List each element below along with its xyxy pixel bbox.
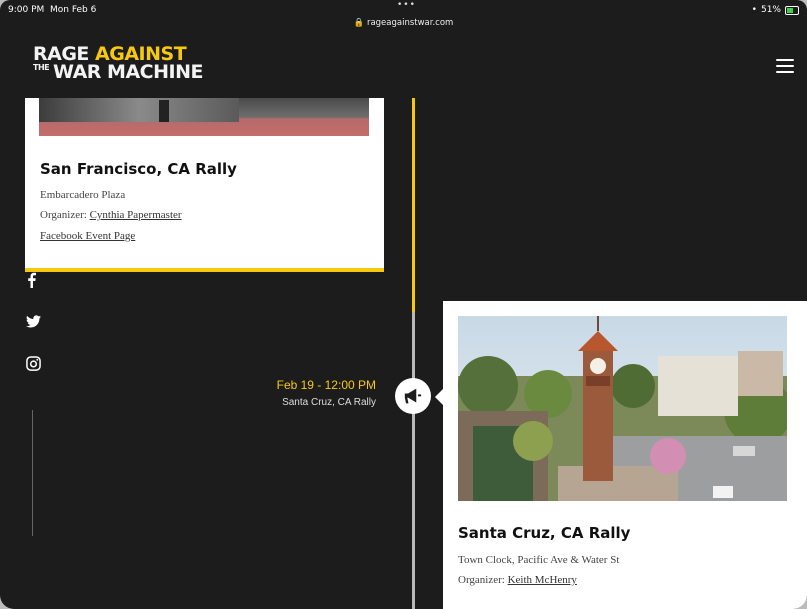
wifi-icon: • <box>751 5 757 15</box>
organizer-link[interactable]: Cynthia Papermaster <box>90 209 182 221</box>
battery-icon <box>785 5 799 15</box>
card-location: Embarcadero Plaza <box>40 189 126 201</box>
card-organizer: Organizer: Cynthia Papermaster <box>40 209 182 221</box>
hamburger-menu-icon[interactable] <box>776 59 794 73</box>
status-time: 9:00 PM Mon Feb 6 <box>8 5 97 15</box>
card-facebook: Facebook Event Page <box>40 230 135 242</box>
card-title: Santa Cruz, CA Rally <box>458 524 631 542</box>
site-logo[interactable]: RAGE AGAINST THE WAR MACHINE <box>33 45 203 82</box>
address-bar[interactable]: 🔒 rageagainstwar.com <box>0 18 807 28</box>
facebook-event-link[interactable]: Facebook Event Page <box>40 230 135 242</box>
organizer-link[interactable]: Keith McHenry <box>508 574 577 586</box>
event-photo <box>39 98 369 136</box>
card-title: San Francisco, CA Rally <box>40 160 237 178</box>
social-divider <box>32 410 33 536</box>
timeline-line <box>412 98 415 609</box>
event-card-san-francisco: San Francisco, CA Rally Embarcadero Plaz… <box>25 98 384 272</box>
megaphone-icon <box>404 388 422 404</box>
event-name: Santa Cruz, CA Rally <box>282 397 376 408</box>
event-card-santa-cruz: Santa Cruz, CA Rally Town Clock, Pacific… <box>435 301 807 609</box>
timeline-progress <box>412 98 415 312</box>
multitask-dots[interactable]: ••• <box>397 0 416 10</box>
instagram-icon[interactable] <box>26 356 41 371</box>
timeline-marker[interactable] <box>395 378 431 414</box>
status-right: • 51% <box>752 5 799 15</box>
event-photo-town-clock <box>458 316 787 501</box>
lock-icon: 🔒 <box>353 18 365 28</box>
battery-percent: 51% <box>760 5 781 15</box>
tablet-screen: 9:00 PM Mon Feb 6 ••• 🔒 rageagainstwar.c… <box>0 0 807 609</box>
status-bar: 9:00 PM Mon Feb 6 ••• 🔒 rageagainstwar.c… <box>0 0 807 28</box>
site-header: RAGE AGAINST THE WAR MACHINE <box>0 32 807 98</box>
event-date: Feb 19 - 12:00 PM <box>276 378 376 392</box>
twitter-icon[interactable] <box>26 315 41 328</box>
card-organizer: Organizer: Keith McHenry <box>458 574 577 586</box>
card-location: Town Clock, Pacific Ave & Water St <box>458 554 620 566</box>
facebook-icon[interactable] <box>26 272 38 288</box>
